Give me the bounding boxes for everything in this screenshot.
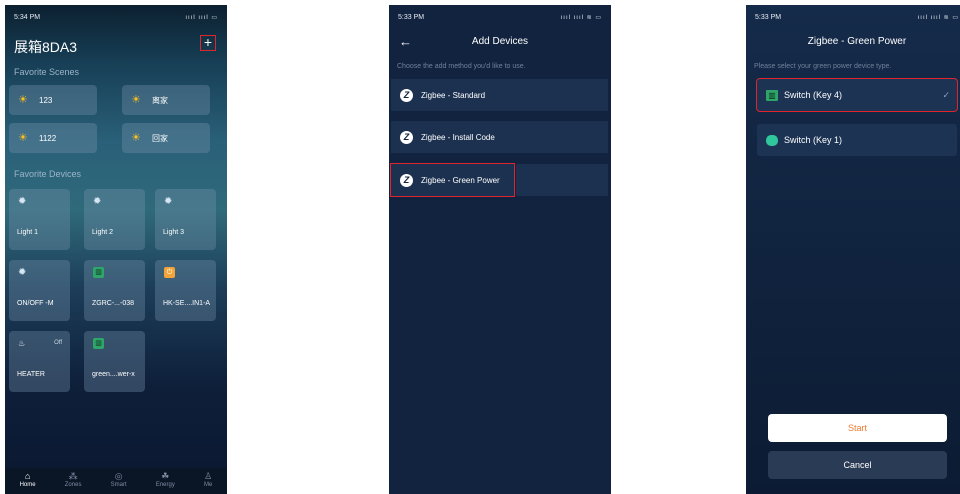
option-label: Switch (Key 1) [784,135,843,145]
status-bar: 5:33 PM ıııl ıııl ≋ ▭ [755,11,959,23]
scene-label: 离家 [152,95,168,105]
switch-icon: ▥ [93,338,104,349]
device-card[interactable]: ✹ ON/OFF -M [9,260,70,321]
status-time: 5:34 PM [14,13,41,21]
device-card[interactable]: ▥ ZGRC-...-038 [84,260,145,321]
home-icon: ⌂ [24,471,31,481]
person-icon: ♙ [204,471,213,481]
switch-icon: ▥ [93,267,104,278]
home-screen: 5:34 PM ıııl ıııl ▭ 展箱8DA3 + Favorite Sc… [5,5,227,494]
scene-card[interactable]: ☀ 1122 [9,123,97,153]
tab-smart[interactable]: ◎ Smart [111,468,127,494]
heater-icon: ♨ [18,339,26,348]
scene-label: 回家 [152,133,168,143]
scene-label: 123 [39,95,53,105]
sun-icon: ☀ [131,94,141,106]
tab-label: Zones [64,482,82,488]
tab-zones[interactable]: ⁂ Zones [65,468,82,494]
device-label: green....wer-x [92,371,135,378]
device-label: ON/OFF -M [17,300,54,307]
method-label: Zigbee - Green Power [421,175,500,185]
energy-icon: ☘ [161,471,170,481]
status-bar: 5:33 PM ıııl ıııl ≋ ▭ [398,11,602,23]
plus-icon[interactable]: + [200,35,216,51]
device-label: Light 2 [92,229,114,236]
device-card[interactable]: ▥ green....wer-x [84,331,145,392]
zones-icon: ⁂ [68,471,78,481]
tab-label: Energy [155,482,175,488]
method-zigbee-green-power[interactable]: Z Zigbee - Green Power [390,163,515,197]
scene-label: 1122 [39,133,57,143]
sun-icon: ☀ [131,132,141,144]
device-card[interactable]: ⏻ HK-SE....IN1-A [155,260,216,321]
zigbee-icon: Z [400,88,413,102]
method-zigbee-install-code[interactable]: Z Zigbee - Install Code [391,121,608,153]
device-card[interactable]: ✹ Light 1 [9,189,70,250]
checkmark-icon: ✓ [942,89,950,100]
method-label: Zigbee - Standard [421,90,486,100]
option-switch-key1[interactable]: Switch (Key 1) [757,124,957,156]
smart-icon: ◎ [114,471,123,481]
status-time: 5:33 PM [755,13,782,21]
device-card[interactable]: ✹ Light 3 [155,189,216,250]
device-label: HK-SE....IN1-A [163,300,211,307]
tab-label: Smart [110,482,127,488]
page-title: Zigbee - Green Power [807,36,907,47]
tab-energy[interactable]: ☘ Energy [156,468,175,494]
status-icons: ıııl ıııl ≋ ▭ [560,14,602,21]
status-icons: ıııl ıııl ≋ ▭ [917,14,959,21]
tab-home[interactable]: ⌂ Home [20,468,36,494]
row-background [516,164,608,196]
bulb-icon: ✹ [18,267,27,278]
device-card[interactable]: ✹ Light 2 [84,189,145,250]
cancel-button[interactable]: Cancel [768,451,947,479]
tab-me[interactable]: ♙ Me [204,468,212,494]
option-switch-key4[interactable]: ▥ Switch (Key 4) ✓ [756,78,958,112]
device-label: Light 1 [17,229,39,236]
status-icons: ıııl ıııl ▭ [185,14,218,21]
device-label: HEATER [17,371,45,378]
zigbee-icon: Z [400,173,413,187]
scene-card[interactable]: ☀ 回家 [122,123,210,153]
tab-label: Home [19,482,36,488]
status-time: 5:33 PM [398,13,425,21]
page-title: Add Devices [471,36,529,47]
device-state: Off [54,340,62,346]
status-bar: 5:34 PM ıııl ıııl ▭ [14,11,218,23]
method-label: Zigbee - Install Code [421,132,495,142]
device-label: Light 3 [163,229,185,236]
option-label: Switch (Key 4) [784,90,843,100]
favorite-scenes-label: Favorite Scenes [14,67,80,77]
add-devices-screen: 5:33 PM ıııl ıııl ≋ ▭ ← Add Devices Choo… [389,5,611,494]
method-zigbee-standard[interactable]: Z Zigbee - Standard [391,79,608,111]
bulb-icon: ✹ [93,196,102,207]
start-button[interactable]: Start [768,414,947,442]
home-title: 展箱8DA3 [14,39,78,55]
device-label: ZGRC-...-038 [92,300,135,307]
tab-label: Me [204,482,213,488]
bulb-icon: ✹ [18,196,27,207]
scene-card[interactable]: ☀ 123 [9,85,97,115]
instruction-text: Please select your green power device ty… [754,63,892,70]
zigbee-icon: Z [400,130,413,144]
device-card[interactable]: ♨ Off HEATER [9,331,70,392]
bottom-tab-bar: ⌂ Home ⁂ Zones ◎ Smart ☘ Energy ♙ Me [5,468,227,494]
green-power-screen: 5:33 PM ıııl ıııl ≋ ▭ Zigbee - Green Pow… [746,5,960,494]
sun-icon: ☀ [18,132,28,144]
bulb-icon: ✹ [164,196,173,207]
plug-icon: ⏻ [164,267,175,278]
scene-card[interactable]: ☀ 离家 [122,85,210,115]
switch-key1-icon [766,134,778,146]
instruction-text: Choose the add method you'd like to use. [397,63,526,70]
switch-icon: ▥ [766,89,778,101]
favorite-devices-label: Favorite Devices [14,169,82,179]
sun-icon: ☀ [18,94,28,106]
